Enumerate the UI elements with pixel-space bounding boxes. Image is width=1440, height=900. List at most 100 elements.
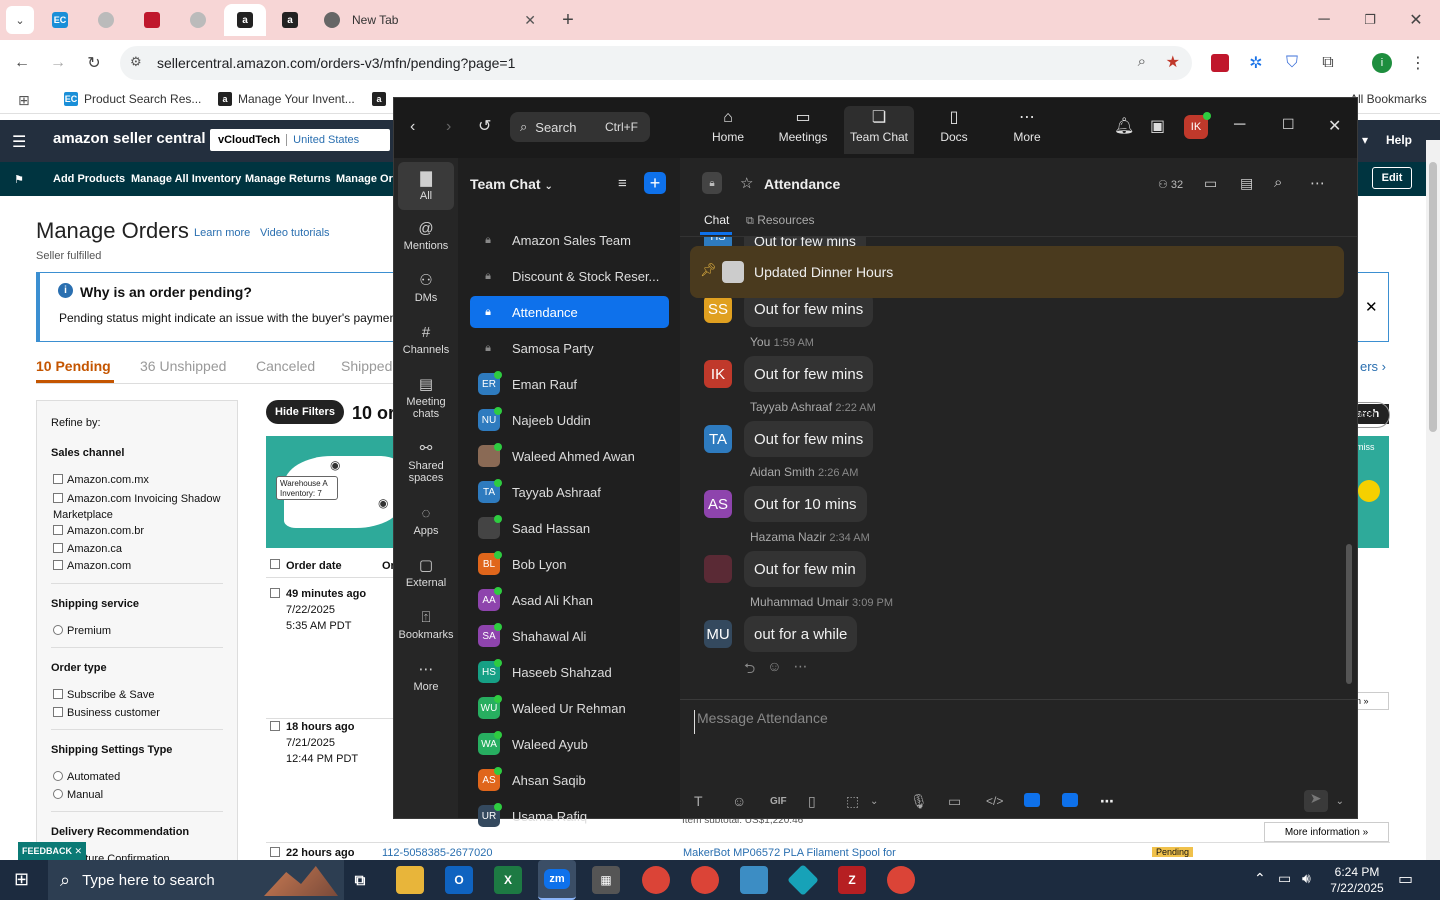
filter-manual[interactable]: Manual	[53, 789, 103, 801]
maximize-icon[interactable]: ☐	[1282, 116, 1295, 133]
bookmark-flag-icon[interactable]: ⚑	[14, 173, 24, 186]
tab-pending[interactable]: 10 Pending	[36, 358, 111, 374]
more-tabs-link[interactable]: ers ›	[1360, 359, 1386, 374]
tab-search-icon[interactable]: ⌄	[6, 6, 34, 34]
team-chat-title[interactable]: Team Chat ⌄	[470, 176, 553, 192]
new-tab-icon[interactable]: +	[554, 6, 582, 34]
calendar-gift-icon[interactable]: ▣	[1150, 116, 1165, 136]
gif-icon[interactable]: GIF	[770, 796, 808, 807]
members-count[interactable]: ⚇ 32	[1158, 178, 1183, 191]
sender-name[interactable]: Muhammad Umair	[750, 595, 849, 609]
windows-start-icon[interactable]: ⊞	[14, 869, 29, 890]
filter-amazon-com[interactable]: Amazon.com	[53, 560, 131, 572]
reload-icon[interactable]: ↻	[80, 49, 108, 77]
back-icon[interactable]: ‹	[410, 118, 415, 136]
chat-list-item[interactable]: BL Bob Lyon	[470, 548, 669, 580]
send-icon[interactable]: ➤	[1303, 790, 1328, 812]
checkbox[interactable]	[270, 847, 280, 857]
help-link[interactable]: Help	[1386, 133, 1412, 147]
message-bubble[interactable]: Out for few mins	[744, 421, 874, 457]
bookmark-manage-inventory[interactable]: a Manage Your Invent...	[218, 92, 355, 106]
message-avatar[interactable]: AS	[704, 490, 732, 518]
video-call-icon[interactable]: ▭	[1204, 175, 1217, 192]
nav-meetings[interactable]: ▭ Meetings	[768, 106, 838, 154]
chat-list-item[interactable]: HS Haseeb Shahzad	[470, 656, 669, 688]
zoom-lens-icon[interactable]: ⌕	[1138, 53, 1146, 70]
rail-external[interactable]: ▢ External	[398, 555, 454, 589]
dropdown-caret-icon[interactable]: ▾	[1362, 133, 1368, 147]
chat-list-item[interactable]: SA Shahawal Ali	[470, 620, 669, 652]
rail-meeting-chats[interactable]: ▤ Meeting chats	[398, 374, 454, 420]
chat-list-item[interactable]: AS Ahsan Saqib	[470, 764, 669, 796]
row-checkbox[interactable]	[270, 847, 284, 859]
chat-list-item[interactable]: WA Waleed Ayub	[470, 728, 669, 760]
file-icon[interactable]: ▯	[808, 793, 846, 810]
chat-list-item[interactable]: WU Waleed Ur Rehman	[470, 692, 669, 724]
account-switcher[interactable]: vCloudTech United States	[210, 129, 390, 151]
microphone-icon[interactable]: 🎙︎	[910, 793, 948, 810]
more-options-icon[interactable]: ⋯	[1310, 174, 1325, 192]
filezilla-icon[interactable]: Z	[838, 866, 866, 894]
search-icon[interactable]: ⌕	[1274, 174, 1282, 191]
more-info-edge[interactable]: n »	[1356, 692, 1389, 710]
history-icon[interactable]: ↺	[478, 116, 491, 136]
checkbox[interactable]	[53, 493, 63, 503]
hide-filters-button[interactable]: Hide Filters	[266, 400, 344, 424]
hamburger-menu-icon[interactable]: ☰	[12, 132, 26, 152]
checkbox[interactable]	[53, 525, 63, 535]
checkbox[interactable]	[53, 689, 63, 699]
notification-center-icon[interactable]: ▭	[1398, 869, 1413, 889]
message-avatar[interactable]: MU	[704, 620, 732, 648]
message-bubble[interactable]: Out for 10 mins	[744, 486, 867, 522]
row-checkbox[interactable]	[270, 721, 284, 733]
chat-list-item[interactable]: NU Najeeb Uddin	[470, 404, 669, 436]
tab-canceled[interactable]: Canceled	[256, 358, 315, 374]
extensions-puzzle-icon[interactable]: ⧉	[1314, 49, 1342, 77]
calculator-icon[interactable]: ▦	[592, 866, 620, 894]
rail-dms[interactable]: ⚇ DMs	[398, 270, 454, 304]
apps-grid-icon[interactable]: ⊞	[18, 92, 30, 109]
format-text-icon[interactable]: T	[694, 793, 732, 809]
page-scrollbar[interactable]	[1426, 140, 1440, 860]
chrome-icon[interactable]	[642, 866, 670, 894]
nav-add-products[interactable]: Add Products	[53, 173, 125, 185]
filter-icon[interactable]: ≡	[618, 175, 627, 192]
sender-name[interactable]: Aidan Smith	[750, 465, 815, 479]
excel-icon[interactable]: X	[494, 866, 522, 894]
nav-manage-returns[interactable]: Manage Returns	[245, 173, 331, 185]
all-bookmarks[interactable]: All Bookmarks	[1350, 92, 1427, 106]
back-icon[interactable]: ←	[8, 49, 36, 77]
app-diamond-icon[interactable]	[787, 864, 819, 896]
volume-icon[interactable]: 🔊︎	[1302, 870, 1311, 887]
emoji-icon[interactable]: ☺	[732, 793, 770, 809]
extension-pdf-icon[interactable]	[1211, 54, 1229, 72]
chrome-profile-icon[interactable]	[691, 866, 719, 894]
refresh-button-edge[interactable]: resh	[1356, 402, 1390, 428]
extension-gear-icon[interactable]: ✲	[1242, 49, 1270, 77]
filter-amazon-br[interactable]: Amazon.com.br	[53, 525, 144, 537]
checkbox[interactable]	[270, 559, 280, 569]
checkbox[interactable]	[53, 474, 63, 484]
sender-name[interactable]: Hazama Nazir	[750, 530, 826, 544]
user-avatar[interactable]: IK	[1184, 112, 1211, 139]
tab-amazon-2[interactable]: a	[276, 4, 304, 36]
radio[interactable]	[53, 625, 63, 635]
chevron-down-icon[interactable]: ⌄	[870, 796, 910, 807]
row-checkbox[interactable]	[270, 588, 284, 600]
message-avatar[interactable]: SS	[704, 295, 732, 323]
chat-list-item[interactable]: 🔒︎ Attendance	[470, 296, 669, 328]
checkbox[interactable]	[270, 721, 280, 731]
nav-manage-orders[interactable]: Manage Ord	[336, 173, 400, 185]
feedback-button[interactable]: FEEDBACK ✕	[18, 842, 86, 860]
pinned-message-banner[interactable]: 📌︎ Updated Dinner Hours	[690, 246, 1344, 298]
more-information-button[interactable]: More information »	[1264, 822, 1389, 842]
tab-3[interactable]	[138, 4, 166, 36]
rail-shared-spaces[interactable]: ⚯ Shared spaces	[398, 438, 454, 484]
tab-unshipped[interactable]: 36 Unshipped	[140, 358, 226, 374]
video-tutorials-link[interactable]: Video tutorials	[260, 227, 330, 239]
send-options-chevron-icon[interactable]: ⌄	[1336, 796, 1344, 807]
message-avatar[interactable]: TA	[704, 425, 732, 453]
address-bar[interactable]: ⚙ sellercentral.amazon.com/orders-v3/mfn…	[120, 46, 1192, 80]
chat-list-item[interactable]: 🔒︎ Discount & Stock Reser...	[470, 260, 669, 292]
learn-more-link[interactable]: Learn more	[194, 227, 250, 239]
